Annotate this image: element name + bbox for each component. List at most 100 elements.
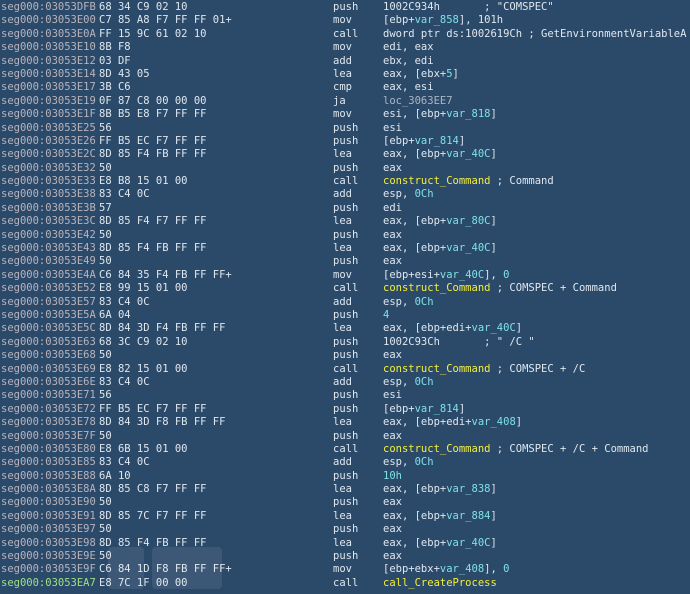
row-operands[interactable]: eax, [ebp+var_838] <box>383 483 497 496</box>
row-mnemonic[interactable]: cmp <box>333 81 352 94</box>
variable-reference[interactable]: var_40C <box>446 148 490 160</box>
row-address[interactable]: seg000:03053E26 <box>1 135 96 148</box>
row-mnemonic[interactable]: push <box>333 309 358 322</box>
row-mnemonic[interactable]: lea <box>333 215 352 228</box>
variable-reference[interactable]: var_40C <box>440 269 484 281</box>
row-mnemonic[interactable]: lea <box>333 242 352 255</box>
function-reference[interactable]: construct_Command <box>383 282 490 294</box>
row-operands[interactable]: call_CreateProcess <box>383 577 497 590</box>
variable-reference[interactable]: var_838 <box>446 483 490 495</box>
row-mnemonic[interactable]: ja <box>333 95 346 108</box>
row-address[interactable]: seg000:03053E42 <box>1 229 96 242</box>
listing-row[interactable]: seg000:03053E38 83 C4 0C add esp, 0Ch <box>0 188 690 201</box>
row-operands[interactable]: [ebp+ebx+var_408], 0 <box>383 563 509 576</box>
row-mnemonic[interactable]: push <box>333 496 358 509</box>
row-address[interactable]: seg000:03053E17 <box>1 81 96 94</box>
listing-row[interactable]: seg000:03053E80 E8 6B 15 01 00 call constru… <box>0 443 690 456</box>
variable-reference[interactable]: var_818 <box>446 108 490 120</box>
listing-row[interactable]: seg000:03053E98 8D 85 F4 FB FF FF lea eax, … <box>0 537 690 550</box>
row-mnemonic[interactable]: call <box>333 443 358 456</box>
listing-row[interactable]: seg000:03053E3B 57 push edi <box>0 202 690 215</box>
variable-reference[interactable]: var_40C <box>472 322 516 334</box>
row-address[interactable]: seg000:03053E57 <box>1 296 96 309</box>
row-mnemonic[interactable]: push <box>333 135 358 148</box>
row-mnemonic[interactable]: lea <box>333 148 352 161</box>
row-address[interactable]: seg000:03053E91 <box>1 510 96 523</box>
listing-row[interactable]: seg000:03053E32 50 push eax <box>0 162 690 175</box>
row-mnemonic[interactable]: push <box>333 430 358 443</box>
row-mnemonic[interactable]: lea <box>333 510 352 523</box>
row-operands[interactable]: construct_Command ; COMSPEC + Command <box>383 282 617 295</box>
listing-row[interactable]: seg000:03053E4A C6 84 35 F4 FB FF FF+ mov [… <box>0 269 690 282</box>
row-address[interactable]: seg000:03053EA7 <box>1 577 96 590</box>
row-operands[interactable]: esi <box>383 389 402 402</box>
row-operands[interactable]: [ebp+var_858], 101h <box>383 14 503 27</box>
row-operands[interactable]: eax <box>383 229 402 242</box>
row-address[interactable]: seg000:03053E32 <box>1 162 96 175</box>
row-address[interactable]: seg000:03053E4A <box>1 269 96 282</box>
row-mnemonic[interactable]: push <box>333 550 358 563</box>
row-mnemonic[interactable]: add <box>333 55 352 68</box>
row-address[interactable]: seg000:03053E71 <box>1 389 96 402</box>
listing-row[interactable]: seg000:03053E5C 8D 84 3D F4 FB FF FF lea ea… <box>0 322 690 335</box>
row-mnemonic[interactable]: add <box>333 376 352 389</box>
row-address[interactable]: seg000:03053E33 <box>1 175 96 188</box>
row-mnemonic[interactable]: push <box>333 470 358 483</box>
row-operands[interactable]: eax <box>383 162 402 175</box>
listing-row[interactable]: seg000:03053E91 8D 85 7C F7 FF FF lea eax, … <box>0 510 690 523</box>
row-operands[interactable]: [ebp+var_814] <box>383 403 465 416</box>
row-mnemonic[interactable]: mov <box>333 41 352 54</box>
listing-row[interactable]: seg000:03053E33 E8 B8 15 01 00 call constru… <box>0 175 690 188</box>
row-mnemonic[interactable]: push <box>333 122 358 135</box>
row-mnemonic[interactable]: push <box>333 403 358 416</box>
row-operands[interactable]: esp, 0Ch <box>383 296 434 309</box>
row-mnemonic[interactable]: push <box>333 349 358 362</box>
row-address[interactable]: seg000:03053E85 <box>1 456 96 469</box>
listing-row[interactable]: seg000:03053E85 83 C4 0C add esp, 0Ch <box>0 456 690 469</box>
row-mnemonic[interactable]: push <box>333 389 358 402</box>
row-address[interactable]: seg000:03053E5C <box>1 322 96 335</box>
listing-row[interactable]: seg000:03053E9E 50 push eax <box>0 550 690 563</box>
row-operands[interactable]: 4 <box>383 309 389 322</box>
row-mnemonic[interactable]: call <box>333 175 358 188</box>
location-reference[interactable]: loc_3063EE7 <box>383 95 453 107</box>
row-address[interactable]: seg000:03053E72 <box>1 403 96 416</box>
row-operands[interactable]: eax <box>383 430 402 443</box>
row-address[interactable]: seg000:03053E49 <box>1 255 96 268</box>
row-operands[interactable]: construct_Command ; Command <box>383 175 554 188</box>
variable-reference[interactable]: var_408 <box>472 416 516 428</box>
row-mnemonic[interactable]: call <box>333 363 358 376</box>
row-operands[interactable]: eax <box>383 523 402 536</box>
function-reference[interactable]: construct_Command <box>383 363 490 375</box>
row-operands[interactable]: esp, 0Ch <box>383 376 434 389</box>
listing-row[interactable]: seg000:03053E97 50 push eax <box>0 523 690 536</box>
row-address[interactable]: seg000:03053E5A <box>1 309 96 322</box>
variable-reference[interactable]: var_408 <box>440 563 484 575</box>
listing-row[interactable]: seg000:03053E9F C6 84 1D F8 FB FF FF+ mov [… <box>0 563 690 576</box>
row-address[interactable]: seg000:03053E9E <box>1 550 96 563</box>
row-address[interactable]: seg000:03053E0A <box>1 28 96 41</box>
row-mnemonic[interactable]: lea <box>333 537 352 550</box>
function-reference[interactable]: call_CreateProcess <box>383 577 497 589</box>
row-address[interactable]: seg000:03053E63 <box>1 336 96 349</box>
row-mnemonic[interactable]: mov <box>333 14 352 27</box>
variable-reference[interactable]: var_884 <box>446 510 490 522</box>
row-operands[interactable]: eax <box>383 550 402 563</box>
listing-row[interactable]: seg000:03053E19 0F 87 C8 00 00 00 ja loc_30… <box>0 95 690 108</box>
variable-reference[interactable]: var_40C <box>446 242 490 254</box>
row-mnemonic[interactable]: add <box>333 296 352 309</box>
row-operands[interactable]: esp, 0Ch <box>383 456 434 469</box>
row-address[interactable]: seg000:03053E88 <box>1 470 96 483</box>
row-operands[interactable]: esi <box>383 122 402 135</box>
row-operands[interactable]: eax, [ebp+var_884] <box>383 510 497 523</box>
row-operands[interactable]: [ebp+esi+var_40C], 0 <box>383 269 509 282</box>
row-address[interactable]: seg000:03053E25 <box>1 122 96 135</box>
row-operands[interactable]: eax <box>383 349 402 362</box>
row-operands[interactable]: eax <box>383 255 402 268</box>
listing-row[interactable]: seg000:03053E57 83 C4 0C add esp, 0Ch <box>0 296 690 309</box>
row-address[interactable]: seg000:03053E7F <box>1 430 96 443</box>
row-mnemonic[interactable]: push <box>333 1 358 14</box>
listing-row[interactable]: seg000:03053E42 50 push eax <box>0 229 690 242</box>
row-mnemonic[interactable]: push <box>333 162 358 175</box>
listing-row[interactable]: seg000:03053E8A 8D 85 C8 F7 FF FF lea eax, … <box>0 483 690 496</box>
